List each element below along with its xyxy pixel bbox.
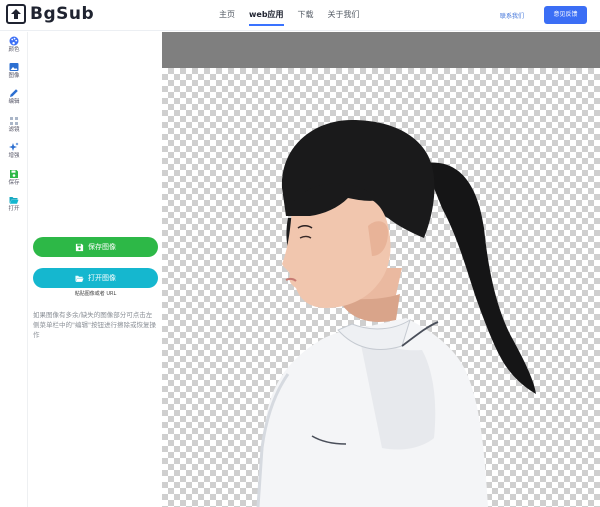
tool-rail: 颜色 图像 编辑 滤镜 增强 保存 打开 bbox=[0, 32, 28, 507]
rail-label: 保存 bbox=[8, 180, 20, 186]
rail-item-open[interactable]: 打开 bbox=[0, 195, 28, 213]
rail-item-image[interactable]: 图像 bbox=[0, 62, 28, 80]
cutout-subject-image bbox=[256, 120, 536, 507]
logo[interactable]: BgSub bbox=[6, 4, 94, 24]
contact-link[interactable]: 联系我们 bbox=[500, 11, 524, 20]
canvas-header-bar bbox=[162, 32, 600, 68]
nav-home[interactable]: 主页 bbox=[219, 9, 235, 21]
main-nav: 主页 web应用 下载 关于我们 bbox=[219, 9, 374, 26]
open-image-button[interactable]: 打开图像 bbox=[33, 268, 158, 288]
paste-hint: 粘贴图像或者 URL bbox=[74, 291, 117, 297]
rail-item-save[interactable]: 保存 bbox=[0, 169, 28, 187]
nav-about[interactable]: 关于我们 bbox=[328, 9, 360, 21]
rail-label: 增强 bbox=[8, 153, 20, 159]
rail-label: 滤镜 bbox=[8, 127, 20, 133]
nav-download[interactable]: 下载 bbox=[298, 9, 314, 21]
rail-label: 打开 bbox=[8, 206, 20, 212]
nav-web-app[interactable]: web应用 bbox=[249, 9, 284, 26]
feedback-button[interactable]: 意见反馈 bbox=[544, 6, 587, 24]
bgsub-app: BgSub 主页 web应用 下载 关于我们 联系我们 意见反馈 颜色 图像 编… bbox=[0, 0, 600, 507]
save-panel: 保存图像 打开图像 粘贴图像或者 URL 如果图像有多余/缺失的图像部分可点击左… bbox=[29, 32, 162, 507]
rail-item-enhance[interactable]: 增强 bbox=[0, 142, 28, 160]
palette-icon bbox=[9, 36, 19, 46]
save-icon bbox=[75, 243, 84, 251]
open-image-label: 打开图像 bbox=[88, 274, 116, 282]
rail-label: 图像 bbox=[8, 73, 20, 79]
sparkle-icon bbox=[9, 142, 19, 151]
rail-item-color[interactable]: 颜色 bbox=[0, 36, 28, 54]
top-navbar: BgSub 主页 web应用 下载 关于我们 联系我们 意见反馈 bbox=[0, 0, 600, 31]
edit-help-text: 如果图像有多余/缺失的图像部分可点击左侧菜单栏中的"编辑"按钮进行擦除或恢复操作 bbox=[33, 311, 156, 339]
folder-open-icon bbox=[75, 275, 84, 282]
rail-item-edit[interactable]: 编辑 bbox=[0, 88, 28, 106]
save-icon bbox=[10, 170, 18, 178]
folder-open-icon bbox=[9, 197, 19, 204]
rail-item-filter[interactable]: 滤镜 bbox=[0, 116, 28, 134]
filter-icon bbox=[10, 117, 18, 125]
image-icon bbox=[9, 63, 19, 71]
rail-label: 编辑 bbox=[8, 99, 20, 105]
logo-text: BgSub bbox=[30, 4, 95, 24]
rail-label: 颜色 bbox=[8, 47, 20, 53]
save-image-button[interactable]: 保存图像 bbox=[33, 237, 158, 257]
image-canvas[interactable] bbox=[162, 68, 600, 507]
logo-icon bbox=[6, 4, 26, 24]
pencil-icon bbox=[10, 89, 18, 97]
save-image-label: 保存图像 bbox=[88, 243, 116, 251]
